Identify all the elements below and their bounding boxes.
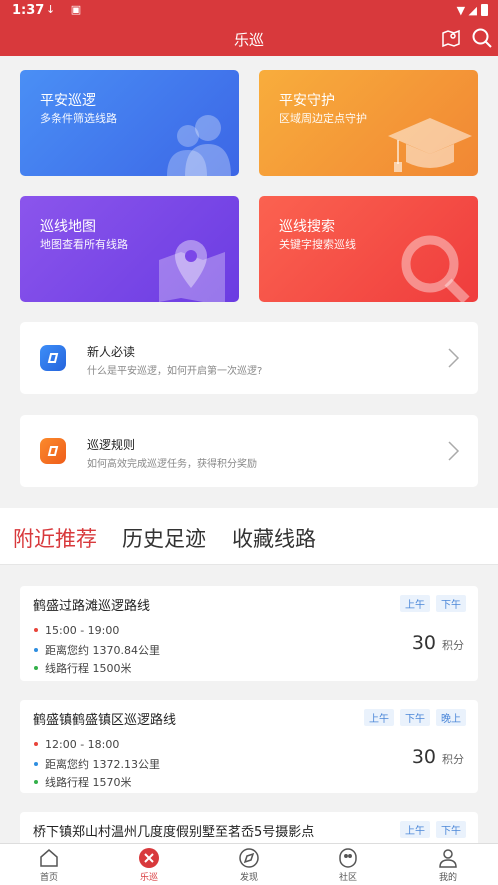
magnifier-icon	[401, 235, 470, 302]
card-title: 巡线地图	[40, 219, 96, 235]
route-distance: 距离您约 1372.13公里	[34, 756, 160, 772]
tab-nearby[interactable]: 附近推荐	[13, 523, 97, 553]
route-name: 鹤盛镇鹤盛镇区巡逻路线	[33, 713, 177, 728]
feature-card-map[interactable]: 巡线地图 地图查看所有线路	[20, 196, 239, 302]
route-tabs: 附近推荐 历史足迹 收藏线路	[0, 508, 498, 565]
nav-community[interactable]: 社区	[323, 847, 373, 883]
time-tag: 下午	[400, 709, 430, 726]
card-subtitle: 什么是平安巡逻，如何开启第一次巡逻?	[87, 366, 263, 377]
card-title: 新人必读	[87, 345, 136, 359]
bottom-nav: 首页 乐巡 发现 社区 我的	[0, 843, 498, 885]
nav-profile[interactable]: 我的	[423, 847, 473, 883]
time-tag: 上午	[364, 709, 394, 726]
time-tag: 晚上	[436, 709, 466, 726]
route-time: 12:00 - 18:00	[34, 738, 119, 751]
user-icon	[439, 849, 457, 868]
route-time: 15:00 - 19:00	[34, 624, 119, 637]
card-title: 平安守护	[279, 93, 335, 109]
feature-card-patrol[interactable]: 平安巡逻 多条件筛选线路	[20, 70, 239, 176]
community-icon	[339, 848, 357, 868]
time-tag: 下午	[436, 821, 466, 838]
time-tag: 下午	[436, 595, 466, 612]
card-subtitle: 如何高效完成巡逻任务，获得积分奖励	[87, 459, 257, 470]
nav-label: 社区	[338, 873, 357, 883]
tab-history[interactable]: 历史足迹	[122, 523, 206, 553]
app-header: 乐巡	[0, 22, 498, 56]
status-time: 1:37	[12, 3, 45, 18]
newcomer-guide-card[interactable]: 新人必读 什么是平安巡逻，如何开启第一次巡逻?	[20, 322, 478, 394]
feature-card-guard[interactable]: 平安守护 区域周边定点守护	[259, 70, 478, 176]
people-icon	[167, 115, 231, 176]
card-subtitle: 关键字搜索巡线	[279, 238, 356, 251]
route-points: 30 积分	[411, 746, 464, 768]
nav-home[interactable]: 首页	[24, 847, 74, 883]
card-subtitle: 多条件筛选线路	[40, 112, 117, 125]
tab-favorites[interactable]: 收藏线路	[232, 523, 316, 553]
nav-label: 乐巡	[139, 873, 158, 883]
route-name: 桥下镇郑山村温州几度度假别墅至茗岙5号摄影点	[33, 825, 315, 840]
route-name: 鹤盛过路滩巡逻路线	[33, 599, 151, 614]
route-length: 线路行程 1500米	[34, 660, 132, 676]
graduation-cap-icon	[388, 118, 472, 172]
time-tag: 上午	[400, 821, 430, 838]
route-distance: 距离您约 1370.84公里	[34, 642, 160, 658]
home-icon	[40, 849, 58, 867]
status-bar: 1:37 ↓ ▣ ▼ ◢	[0, 0, 498, 22]
patrol-icon	[139, 848, 159, 868]
nav-label: 我的	[438, 873, 457, 883]
nav-label: 首页	[39, 873, 58, 883]
route-length: 线路行程 1570米	[34, 774, 132, 790]
route-points: 30 积分	[411, 632, 464, 654]
nav-patrol[interactable]: 乐巡	[124, 847, 174, 883]
page-title: 乐巡	[233, 31, 264, 49]
time-tag: 上午	[400, 595, 430, 612]
map-icon[interactable]	[441, 28, 461, 48]
compass-icon	[239, 848, 259, 868]
card-title: 巡逻规则	[87, 438, 136, 452]
compass-icon	[40, 345, 66, 371]
nav-label: 发现	[239, 873, 258, 883]
feature-card-search[interactable]: 巡线搜索 关键字搜索巡线	[259, 196, 478, 302]
route-tags: 上午 下午	[400, 595, 466, 612]
map-pin-icon	[159, 240, 225, 302]
search-icon[interactable]	[471, 27, 493, 49]
chevron-right-icon	[448, 441, 460, 461]
route-tags: 上午 下午	[400, 821, 466, 838]
card-title: 平安巡逻	[40, 93, 96, 109]
notification-icons: ↓ ▣	[46, 3, 88, 16]
chevron-right-icon	[448, 348, 460, 368]
nav-discover[interactable]: 发现	[224, 847, 274, 883]
battery-icon	[481, 4, 488, 16]
card-subtitle: 区域周边定点守护	[279, 112, 367, 125]
route-tags: 上午 下午 晚上	[364, 709, 466, 726]
compass-icon	[40, 438, 66, 464]
system-icons: ▼ ◢	[457, 4, 488, 17]
card-title: 巡线搜索	[279, 219, 335, 235]
route-card[interactable]: 鹤盛过路滩巡逻路线 上午 下午 15:00 - 19:00 距离您约 1370.…	[20, 586, 478, 681]
patrol-rules-card[interactable]: 巡逻规则 如何高效完成巡逻任务，获得积分奖励	[20, 415, 478, 487]
card-subtitle: 地图查看所有线路	[40, 238, 128, 251]
route-card[interactable]: 鹤盛镇鹤盛镇区巡逻路线 上午 下午 晚上 12:00 - 18:00 距离您约 …	[20, 700, 478, 793]
